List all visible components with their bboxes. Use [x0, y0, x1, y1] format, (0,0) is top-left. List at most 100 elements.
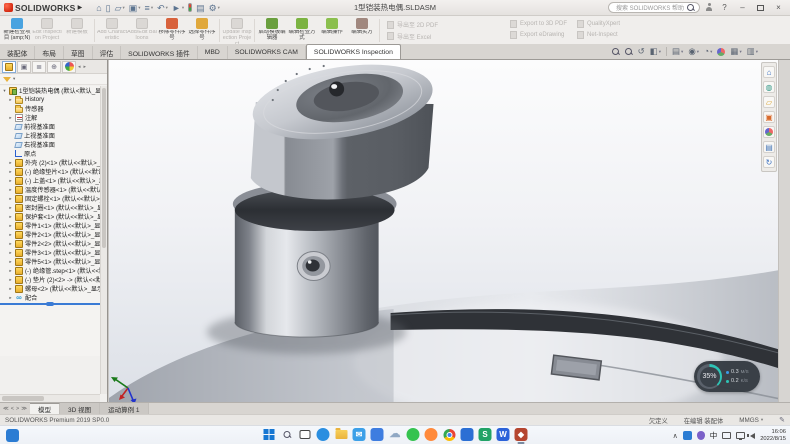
mail-icon[interactable]: ✉ [353, 428, 366, 441]
restore-button[interactable] [757, 5, 764, 11]
edit-inspection-method-button[interactable]: 编辑检查方式 [287, 17, 317, 44]
wps-writer-icon[interactable]: W [497, 428, 510, 441]
tree-item[interactable]: ▸温度传感器<1> (默认<<默认>_ [0, 185, 100, 194]
expand-arrow-icon[interactable]: ▾ [2, 88, 7, 94]
tree-item[interactable]: ▸零件2<1> (默认<<默认>_显示状 [0, 230, 100, 239]
expand-arrow-icon[interactable]: ▸ [8, 277, 13, 283]
doc-tab-3D 视图[interactable]: 3D 视图 [60, 403, 100, 414]
select-balloons-button[interactable]: 选择零件序号 [187, 17, 217, 44]
edit-operation-button[interactable]: 编辑操作 [317, 17, 347, 44]
new-document-button[interactable]: ▯ [106, 3, 111, 13]
tree-item[interactable]: ▸密封圈<1> (默认<<默认>_显示状 [0, 203, 100, 212]
tree-item[interactable]: ▸History [0, 95, 100, 104]
expand-arrow-icon[interactable]: ▸ [8, 232, 13, 238]
ribbon-tab-草图[interactable]: 草图 [64, 46, 93, 59]
export-item[interactable]: QualityXpert [577, 20, 620, 28]
rebuild-button[interactable] [188, 3, 192, 12]
volume-icon[interactable] [750, 433, 755, 439]
export-item[interactable]: 导出至 Excel [387, 32, 500, 41]
tree-item[interactable]: ▸零件3<1> (默认<<默认>_显示状 [0, 248, 100, 257]
undo-button[interactable]: ↶▾ [157, 3, 168, 13]
view-palette-tab[interactable]: ▣ [763, 111, 775, 123]
expand-arrow-icon[interactable]: ▸ [8, 223, 13, 229]
photos-icon[interactable] [371, 428, 384, 441]
view-settings-icon[interactable]: ▥▾ [747, 47, 758, 56]
tree-vertical-scrollbar[interactable] [100, 86, 107, 394]
expand-arrow-icon[interactable]: ▸ [8, 286, 13, 292]
close-button[interactable]: × [772, 2, 785, 14]
appearances-scenes-tab[interactable] [763, 126, 775, 138]
clock[interactable]: 16:06 2022/8/15 [760, 429, 786, 442]
apply-scene-icon[interactable]: ▦▾ [730, 47, 741, 56]
solidworks-icon[interactable]: ◆ [515, 428, 528, 441]
edit-measurement-button[interactable]: 编辑实方 [347, 17, 377, 44]
onedrive-icon[interactable]: ☁ [389, 428, 402, 441]
export-item[interactable]: Net-Inspect [577, 31, 620, 39]
expand-arrow-icon[interactable]: ▸ [8, 205, 13, 211]
units-selector[interactable]: MMGS ▾ [739, 417, 763, 424]
add-characteristic-button[interactable]: Add Characteristic [97, 17, 127, 44]
menu-expand-icon[interactable]: ▶ [78, 4, 83, 11]
custom-properties-tab[interactable]: ▤ [763, 141, 775, 153]
expand-arrow-icon[interactable]: ▸ [8, 241, 13, 247]
tree-item[interactable]: ▸零件5<1> (默认<<默认>_显示状 [0, 257, 100, 266]
edit-inspection-project-button[interactable]: Edit Inspection Project [32, 17, 62, 44]
chrome-icon[interactable] [443, 428, 456, 441]
update-inspection-project-button[interactable]: Update Inspection Project [222, 17, 252, 44]
expand-arrow-icon[interactable]: ▸ [8, 250, 13, 256]
tree-horizontal-scrollbar[interactable] [0, 394, 100, 402]
graphics-area[interactable]: 35% 0.3 M/S 0.2 K/S ⌂◍▱▣▤↻ [109, 60, 790, 402]
options-button[interactable]: ⚙▾ [209, 3, 220, 13]
expand-arrow-icon[interactable]: ▸ [8, 214, 13, 220]
ime-indicator[interactable]: 中 [710, 430, 718, 441]
propertymanager-tab[interactable]: ▣ [17, 61, 31, 73]
expand-arrow-icon[interactable]: ▸ [8, 187, 13, 193]
add-edit-balloons-button[interactable]: Add/Edit Balloons [127, 17, 157, 44]
manager-tabs-prev-arrow[interactable]: ◂ [77, 64, 82, 70]
edit-appearance-icon[interactable] [717, 48, 725, 56]
tree-item[interactable]: ▸零件1<1> (默认<<默认>_显示状态 [0, 221, 100, 230]
tree-item[interactable]: ▸(-) 垫片 (2)<2> -> (默认<<默认> [0, 275, 100, 284]
network-icon[interactable] [736, 432, 745, 439]
zoom-area-icon[interactable] [625, 48, 633, 56]
file-explorer-icon[interactable] [335, 428, 348, 441]
ribbon-tab-布局[interactable]: 布局 [35, 46, 64, 59]
launch-template-editor-button[interactable]: 启动模板编辑器 [257, 17, 287, 44]
green-app-icon[interactable] [407, 428, 420, 441]
edge-icon[interactable] [317, 428, 330, 441]
expand-arrow-icon[interactable]: ▸ [8, 178, 13, 184]
doc-nav-arrow-1[interactable]: < [11, 406, 14, 412]
tree-item[interactable]: ▸∞配合 [0, 293, 100, 302]
wps-spreadsheet-icon[interactable]: S [479, 428, 492, 441]
expand-arrow-icon[interactable]: ▸ [8, 160, 13, 166]
featuremanager-tab[interactable] [2, 61, 16, 73]
dimxpertmanager-tab[interactable]: ⊕ [47, 61, 61, 73]
ribbon-tab-SOLIDWORKS Inspection[interactable]: SOLIDWORKS Inspection [306, 44, 401, 59]
tray-app-icon[interactable] [683, 431, 692, 440]
solidworks-resources-tab[interactable]: ⌂ [763, 66, 775, 78]
tree-item[interactable]: ▸(-) 绝缘垫片<1> (默认<<默认>_显 [0, 167, 100, 176]
expand-arrow-icon[interactable]: ▸ [8, 196, 13, 202]
expand-arrow-icon[interactable]: ▸ [8, 169, 13, 175]
forum-tab[interactable]: ↻ [763, 156, 775, 168]
customize-statusbar-icon[interactable]: ✎ [779, 416, 785, 424]
tree-item[interactable]: 前视基准面 [0, 122, 100, 131]
expand-arrow-icon[interactable]: ▸ [8, 97, 13, 103]
tree-item[interactable]: 原点 [0, 149, 100, 158]
search-icon[interactable] [687, 4, 695, 12]
tree-item[interactable]: ▸(-) 绝缘管.step<1> (默认<<默认> [0, 266, 100, 275]
tree-item[interactable]: 传感器 [0, 104, 100, 113]
touch-keyboard-icon[interactable] [722, 432, 731, 439]
manager-tabs-next-arrow[interactable]: ▸ [83, 64, 88, 70]
expand-arrow-icon[interactable]: ▸ [8, 259, 13, 265]
scroll-thumb[interactable] [102, 88, 106, 248]
search-box[interactable]: 搜索 SOLIDWORKS 帮助 [608, 2, 700, 13]
tree-item[interactable]: ▾1型铠装热电偶 (默认<默认_显示状态-1 [0, 86, 100, 95]
tree-item[interactable]: 右视基准面 [0, 140, 100, 149]
export-item[interactable]: Export eDrawing [510, 31, 567, 39]
solidworks-logo[interactable]: SOLIDWORKS ▶ [0, 3, 86, 13]
tree-item[interactable]: ▸(-) 上盖<1> (默认<<默认>_显示状 [0, 176, 100, 185]
tray-expand-icon[interactable]: ∧ [673, 432, 678, 440]
minimize-button[interactable]: – [736, 2, 749, 14]
remove-balloons-button[interactable]: 移除零件序号 [157, 17, 187, 44]
